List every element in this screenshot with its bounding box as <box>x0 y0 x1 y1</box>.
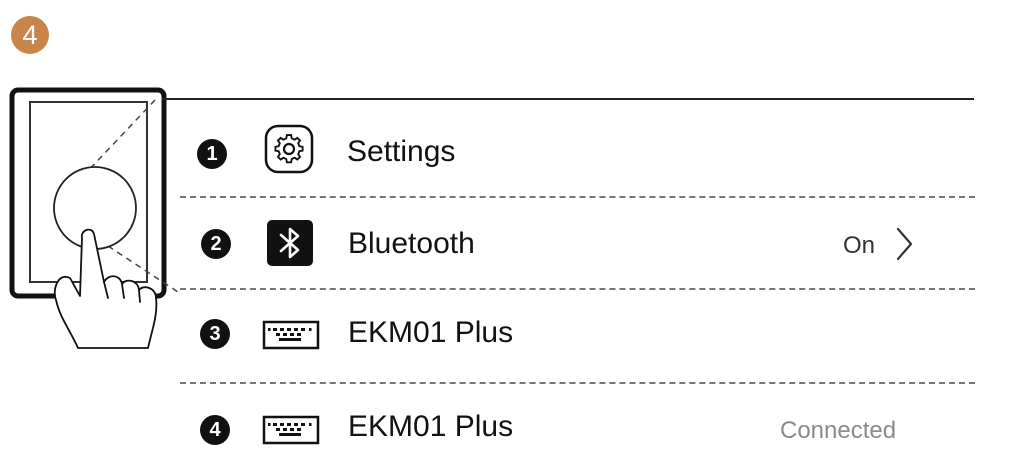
row-separator <box>180 288 975 290</box>
tablet-tap-illustration <box>9 87 179 349</box>
row-label-keyboard[interactable]: EKM01 Plus <box>348 316 513 350</box>
row-number-badge: 4 <box>200 415 230 445</box>
chevron-right-icon[interactable] <box>893 226 917 262</box>
row-separator <box>180 196 975 198</box>
connection-status: Connected <box>780 417 897 444</box>
bluetooth-icon <box>267 220 313 266</box>
settings-gear-icon <box>264 124 314 174</box>
bluetooth-status: On <box>843 232 876 259</box>
list-top-rule <box>162 98 974 100</box>
row-label-bluetooth[interactable]: Bluetooth <box>348 227 475 261</box>
row-number-badge: 3 <box>200 319 230 349</box>
keyboard-icon <box>262 320 320 350</box>
row-label-settings[interactable]: Settings <box>347 135 455 169</box>
row-number-badge: 1 <box>197 139 227 169</box>
row-label-keyboard[interactable]: EKM01 Plus <box>348 410 513 444</box>
row-separator <box>180 382 975 384</box>
keyboard-icon <box>262 415 320 445</box>
row-number-badge: 2 <box>201 229 231 259</box>
